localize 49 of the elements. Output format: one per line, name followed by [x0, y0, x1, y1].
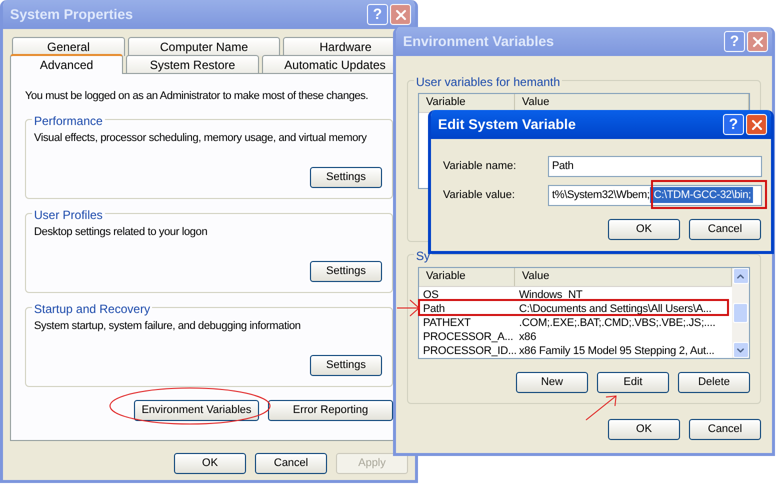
- table-cell: PATHEXT: [423, 317, 471, 329]
- dialog-button[interactable]: Delete: [678, 372, 750, 393]
- dialog-button[interactable]: Settings: [310, 354, 382, 376]
- tab[interactable]: General: [12, 37, 125, 56]
- dialog-button[interactable]: Edit: [597, 372, 669, 393]
- tab[interactable]: System Restore: [126, 55, 259, 74]
- dialog-button[interactable]: OK: [174, 453, 246, 474]
- table-cell: Path: [423, 303, 445, 315]
- close-button[interactable]: [747, 31, 768, 52]
- close-button[interactable]: [746, 114, 767, 135]
- table-cell: PROCESSOR_A...: [423, 331, 514, 343]
- dialog-button[interactable]: Error Reporting: [268, 400, 393, 420]
- group-description: Visual effects, processor scheduling, memory usage, and virtual memory: [34, 130, 367, 146]
- table-cell: .COM;.EXE;.BAT;.CMD;.VBS;.VBE;.JS;....: [519, 317, 716, 329]
- field-value: Path: [552, 158, 574, 174]
- table-cell: C:\Documents and Settings\All Users\A...: [519, 303, 712, 315]
- column-header[interactable]: Variable: [419, 268, 515, 286]
- close-button[interactable]: [390, 4, 411, 25]
- table-cell: OS: [423, 289, 438, 301]
- window-title: Edit System Variable: [438, 115, 576, 134]
- field-label: Variable name:: [443, 158, 518, 174]
- arrow: [586, 395, 617, 420]
- arrow: [396, 300, 420, 316]
- dialog-button[interactable]: New: [516, 372, 588, 393]
- notice-text: You must be logged on as an Administrator to make most of these changes.: [25, 89, 370, 104]
- dialog-button[interactable]: Settings: [310, 166, 382, 188]
- dialog-button[interactable]: Environment Variables: [134, 400, 259, 420]
- tab[interactable]: Computer Name: [128, 37, 280, 56]
- text-field[interactable]: Path: [548, 156, 762, 176]
- help-button[interactable]: ?: [723, 114, 744, 135]
- table-cell: PROCESSOR_ID...: [423, 345, 517, 357]
- dialog-button[interactable]: Cancel: [255, 453, 327, 474]
- selected-text: C:\TDM-GCC-32\bin;: [650, 186, 753, 204]
- dialog-button[interactable]: Cancel: [689, 419, 761, 440]
- table-cell: Windows_NT: [519, 289, 582, 301]
- scroll-bar[interactable]: [732, 268, 749, 358]
- group-description: Desktop settings related to your logon: [34, 224, 208, 240]
- field-value: t%\System32\Wbem;: [552, 188, 650, 203]
- text-field[interactable]: t%\System32\Wbem; C:\TDM-GCC-32\bin;: [548, 184, 762, 206]
- tab[interactable]: Advanced: [10, 54, 123, 74]
- dialog-button[interactable]: Settings: [310, 260, 382, 282]
- table-cell: x86: [519, 331, 536, 343]
- dialog-button[interactable]: OK: [608, 219, 680, 240]
- window-title: System Properties: [10, 5, 133, 24]
- table-cell: x86 Family 15 Model 95 Stepping 2, Aut...: [519, 345, 714, 357]
- dialog-button[interactable]: Cancel: [689, 219, 761, 240]
- group-description: System startup, system failure, and debugging information: [34, 318, 301, 334]
- field-label: Variable value:: [443, 188, 516, 203]
- dialog-button[interactable]: OK: [608, 419, 680, 440]
